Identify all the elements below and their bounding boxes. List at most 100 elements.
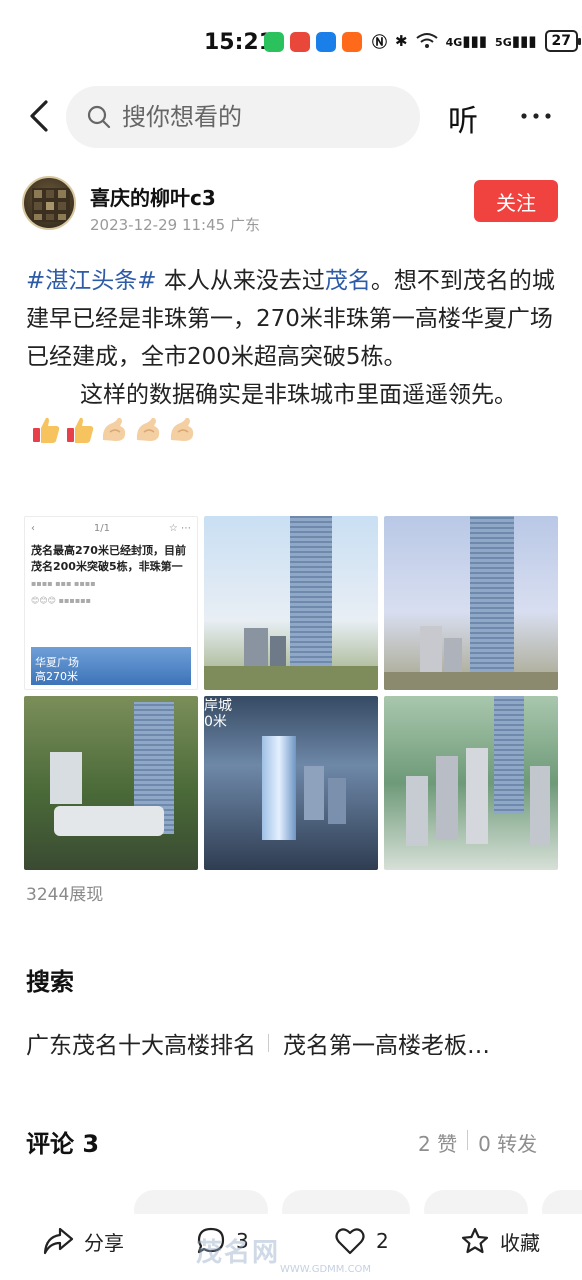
nfc-icon: Ⓝ [372,32,388,51]
share-icon [43,1227,74,1255]
image-label-line-2: 0米 [204,714,227,730]
tower-shape [290,516,332,676]
place-link[interactable]: 茂名 [325,268,371,294]
wifi-icon [415,33,438,48]
image-aerial-render-2[interactable]: 岸城 0米 [204,696,378,870]
share-label: 分享 [84,1230,124,1255]
ground-shape [204,666,378,690]
thumbnail-page-indicator: 1/1 [93,522,110,534]
status-app-icons [264,32,362,52]
flexed-biceps-icon [102,417,126,441]
like-button[interactable]: 2 [334,1226,389,1256]
comments-stats: 2 赞 0 转发 [418,1128,537,1157]
tower-shape [262,736,296,840]
ground-shape [384,672,558,690]
thumbnail-meta-placeholder: ▪▪▪▪ ▪▪▪ ▪▪▪▪ [31,579,96,588]
avatar-pattern [32,188,70,222]
building-shape [304,766,324,820]
caption-line-2: 高270米 [35,670,78,683]
top-nav: 听 [0,84,582,148]
shares-count[interactable]: 0 转发 [478,1128,537,1157]
image-aerial-render-3[interactable] [384,696,558,870]
caption-line-1: 华夏广场 [35,656,79,669]
search-bar[interactable] [66,86,420,148]
article-paragraph-1: #湛江头条# 本人从来没去过茂名。想不到茂名的城建早已经是非珠第一，270米非珠… [26,262,560,376]
thumbnail-headline: 茂名最高270米已经封顶，目前茂名200米突破5栋，非珠第一 [31,544,186,573]
building-shape [466,748,488,844]
more-options-button[interactable] [519,96,553,136]
article-text-3: 这样的数据确实是非珠城市里面遥遥领先。 [80,382,517,408]
likes-count[interactable]: 2 赞 [418,1128,457,1157]
signal-5g-icon: 5G▮▮▮ [495,32,537,50]
network-4g-label: 4G [445,36,463,49]
image-label-line-1: 岸城 [204,698,232,714]
share-button[interactable]: 分享 [42,1226,124,1256]
view-count: 3244展现 [26,885,104,905]
heart-icon [335,1228,365,1255]
post-meta: 2023-12-29 11:45 广东 [90,214,260,235]
signal-4g-icon: 4G▮▮▮ [445,32,488,50]
suggestion-divider [268,1034,269,1052]
follow-button[interactable]: 关注 [474,180,558,222]
topic-link[interactable]: #湛江头条# [26,268,157,294]
author-header: 喜庆的柳叶c3 2023-12-29 11:45 广东 关注 [0,170,582,240]
watermark-url: WWW.GDMM.COM [280,1264,372,1275]
tower-shape [494,696,524,814]
building-shape [328,778,346,824]
like-count: 2 [376,1229,389,1253]
wechat-icon [264,32,284,52]
network-5g-label: 5G [495,36,512,49]
image-screenshot-thumbnail[interactable]: ‹ 1/1 ☆ ⋯ 茂名最高270米已经封顶，目前茂名200米突破5栋，非珠第一 ▪… [24,516,198,690]
building-shape [406,776,428,846]
alipay-icon [316,32,336,52]
thumbs-up-icon [67,417,94,443]
listen-button[interactable]: 听 [448,96,478,140]
thumbnail-caption: 华夏广场 高270米 [35,656,79,684]
thumbnail-actions-icon: ☆ ⋯ [168,522,191,534]
comments-title: 评论 3 [26,1130,100,1158]
more-dots-icon [521,113,551,119]
search-suggestions: 广东茂名十大高楼排名 茂名第一高楼老板… [26,1026,490,1060]
post-date: 2023-12-29 11:45 [90,216,226,234]
search-suggestion-2[interactable]: 茂名第一高楼老板… [283,1026,490,1060]
thumbs-up-icon [33,417,60,443]
article-body: #湛江头条# 本人从来没去过茂名。想不到茂名的城建早已经是非珠第一，270米非珠… [26,262,560,452]
image-tower-render-2[interactable] [384,516,558,690]
thumbnail-reactions-placeholder: 😊😊😊 ▪▪▪▪▪▪ [31,596,92,605]
search-input[interactable] [122,103,402,131]
bluetooth-icon: ✱ [395,32,408,50]
tower-shape [470,516,514,682]
favorite-button[interactable]: 收藏 [460,1226,540,1256]
chevron-left-icon [30,100,48,132]
article-paragraph-2: 这样的数据确实是非珠城市里面遥遥领先。 [26,376,560,452]
status-indicators: Ⓝ ✱ 4G▮▮▮ 5G▮▮▮ 27 [372,30,582,52]
image-aerial-render-1[interactable] [24,696,198,870]
emoji-row [30,414,198,446]
favorite-label: 收藏 [500,1230,540,1255]
flexed-biceps-icon [136,417,160,441]
huawei-app-icon [290,32,310,52]
taobao-icon [342,32,362,52]
flexed-biceps-icon [170,417,194,441]
back-button[interactable] [22,96,58,136]
image-tower-render-1[interactable] [204,516,378,690]
podium-shape [54,806,164,836]
building-shape [530,766,550,846]
image-grid: ‹ 1/1 ☆ ⋯ 茂名最高270米已经封顶，目前茂名200米突破5栋，非珠第一 ▪… [24,516,558,870]
building-shape [50,752,82,804]
star-icon [461,1227,489,1254]
thumbnail-header: ‹ 1/1 ☆ ⋯ [25,517,197,539]
watermark-brand: 茂名网 [196,1238,281,1268]
author-name[interactable]: 喜庆的柳叶c3 [90,182,216,211]
author-avatar[interactable] [22,176,76,230]
search-icon [87,105,111,129]
stats-divider [467,1130,469,1150]
building-shape [436,756,458,840]
post-location: 广东 [229,216,260,234]
article-text-1: 本人从来没去过 [156,268,325,294]
battery-indicator: 27 [544,30,582,52]
building-shape [420,626,442,676]
status-bar: 15:21 Ⓝ ✱ 4G▮▮▮ 5G▮▮▮ 27 [0,0,582,78]
image-label: 岸城 0米 [204,698,232,730]
search-suggestion-1[interactable]: 广东茂名十大高楼排名 [26,1026,256,1060]
